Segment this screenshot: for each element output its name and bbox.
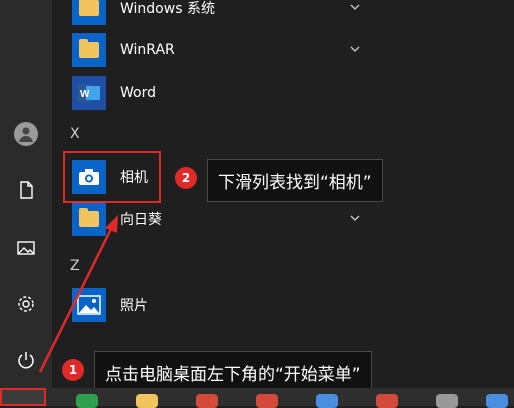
step-callout-2: 下滑列表找到“相机” (207, 159, 383, 202)
step-badge-1: 1 (62, 359, 84, 381)
step-badge-2: 2 (175, 167, 197, 189)
taskbar (46, 388, 514, 408)
guide-arrow (38, 215, 118, 373)
